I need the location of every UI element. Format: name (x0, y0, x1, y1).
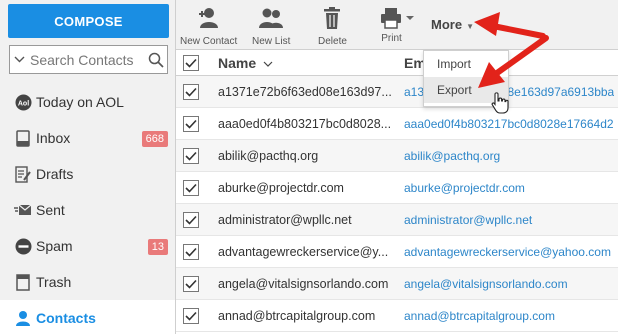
hand-cursor-icon (491, 92, 509, 114)
annotation-arrow-to-export (478, 35, 549, 88)
annotation-arrow-to-more (474, 12, 546, 39)
annotation-overlay (474, 12, 549, 114)
